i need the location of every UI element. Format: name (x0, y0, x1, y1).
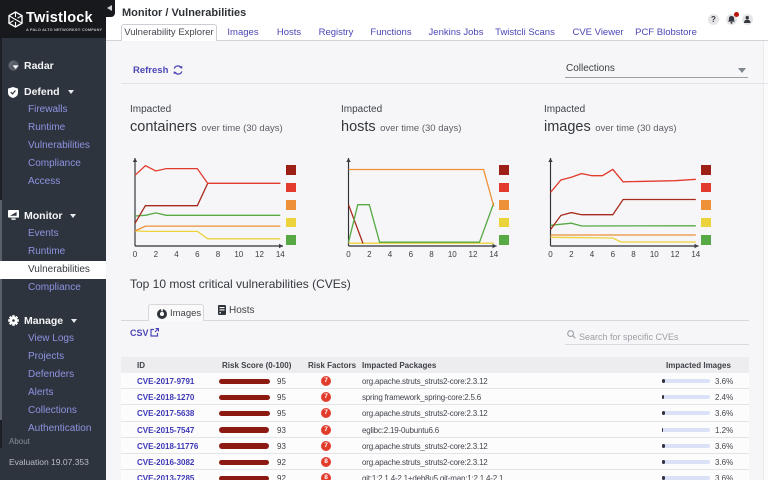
svg-text:8: 8 (216, 250, 221, 259)
svg-text:12: 12 (255, 250, 264, 259)
svg-text:2: 2 (154, 250, 159, 259)
svg-text:0: 0 (548, 250, 553, 259)
svg-text:4: 4 (590, 250, 595, 259)
svg-text:8: 8 (429, 250, 434, 259)
svg-text:12: 12 (469, 250, 478, 259)
svg-text:6: 6 (409, 250, 414, 259)
svg-text:2: 2 (569, 250, 574, 259)
svg-text:4: 4 (174, 250, 179, 259)
svg-text:14: 14 (489, 250, 498, 259)
svg-text:10: 10 (448, 250, 457, 259)
svg-text:6: 6 (195, 250, 200, 259)
svg-text:8: 8 (631, 250, 636, 259)
svg-text:10: 10 (650, 250, 659, 259)
svg-text:14: 14 (276, 250, 285, 259)
svg-text:12: 12 (671, 250, 680, 259)
svg-text:0: 0 (346, 250, 351, 259)
svg-text:14: 14 (691, 250, 700, 259)
svg-text:2: 2 (367, 250, 372, 259)
svg-text:0: 0 (133, 250, 138, 259)
svg-text:6: 6 (611, 250, 616, 259)
svg-text:4: 4 (388, 250, 393, 259)
svg-text:10: 10 (234, 250, 243, 259)
